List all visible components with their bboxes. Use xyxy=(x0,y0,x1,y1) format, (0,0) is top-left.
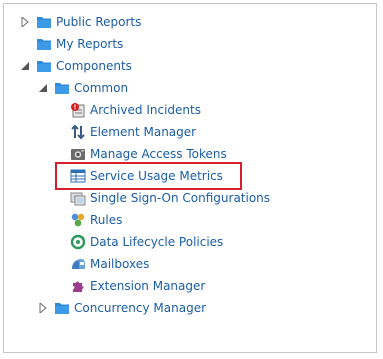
tree-node-label[interactable]: Manage Access Tokens xyxy=(90,147,227,161)
tree-node-components[interactable]: Components xyxy=(20,56,132,76)
tree-node-label[interactable]: Data Lifecycle Policies xyxy=(90,235,223,249)
tree-node-manage-access-tokens[interactable]: Manage Access Tokens xyxy=(70,144,227,164)
tree-node-label[interactable]: Rules xyxy=(90,213,122,227)
expand-arrow-icon[interactable] xyxy=(38,303,48,313)
tree-node-label[interactable]: Extension Manager xyxy=(90,279,205,293)
tree-node-element-manager[interactable]: Element Manager xyxy=(70,122,196,142)
tree-node-archived-incidents[interactable]: Archived Incidents xyxy=(70,100,201,120)
mailbox-icon xyxy=(70,256,86,272)
tree-node-mailboxes[interactable]: Mailboxes xyxy=(70,254,149,274)
tree-node-label[interactable]: Mailboxes xyxy=(90,257,149,271)
tree-node-label[interactable]: Concurrency Manager xyxy=(74,301,206,315)
folder-icon xyxy=(36,58,52,74)
sso-icon xyxy=(70,190,86,206)
tree-node-single-sign-on-configurations[interactable]: Single Sign-On Configurations xyxy=(70,188,270,208)
tree-node-label[interactable]: Components xyxy=(56,59,132,73)
tree-node-common[interactable]: Common xyxy=(38,78,128,98)
tree-node-concurrency-manager[interactable]: Concurrency Manager xyxy=(38,298,206,318)
folder-icon xyxy=(54,300,70,316)
collapse-arrow-icon[interactable] xyxy=(20,61,30,71)
highlight-box xyxy=(55,162,242,190)
tree-node-rules[interactable]: Rules xyxy=(70,210,122,230)
tree-node-public-reports[interactable]: Public Reports xyxy=(20,12,141,32)
tree-node-my-reports[interactable]: My Reports xyxy=(36,34,123,54)
rules-icon xyxy=(70,212,86,228)
tree-node-extension-manager[interactable]: Extension Manager xyxy=(70,276,205,296)
tree-node-data-lifecycle-policies[interactable]: Data Lifecycle Policies xyxy=(70,232,223,252)
tree-node-label[interactable]: Archived Incidents xyxy=(90,103,201,117)
tree-node-label[interactable]: Single Sign-On Configurations xyxy=(90,191,270,205)
element-manager-icon xyxy=(70,124,86,140)
folder-icon xyxy=(54,80,70,96)
tree-node-label[interactable]: Common xyxy=(74,81,128,95)
tree-node-label[interactable]: Element Manager xyxy=(90,125,196,139)
tree-node-label[interactable]: Public Reports xyxy=(56,15,141,29)
tree-node-label[interactable]: My Reports xyxy=(56,37,123,51)
puzzle-icon xyxy=(70,278,86,294)
access-token-icon xyxy=(70,146,86,162)
archived-incidents-icon xyxy=(70,102,86,118)
folder-icon xyxy=(36,36,52,52)
collapse-arrow-icon[interactable] xyxy=(38,83,48,93)
lifecycle-icon xyxy=(70,234,86,250)
folder-icon xyxy=(36,14,52,30)
expand-arrow-icon[interactable] xyxy=(20,17,30,27)
report-tree-panel: Public Reports My Reports Components Com… xyxy=(3,3,377,353)
